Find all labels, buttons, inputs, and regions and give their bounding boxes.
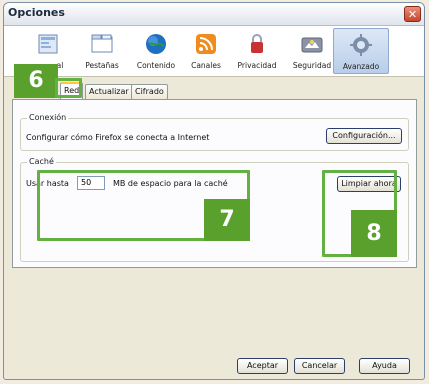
conexion-legend: Conexión (27, 113, 69, 122)
toolbar-label-privacidad: Privacidad (237, 61, 277, 70)
toolbar-item-privacidad[interactable]: Privacidad (227, 28, 287, 74)
cancelar-button[interactable]: Cancelar (294, 358, 345, 374)
security-icon (301, 37, 323, 53)
category-toolbar: al Pestañas Contenido Canales Privacidad… (4, 26, 424, 77)
callout-6-highlight (55, 78, 82, 98)
ayuda-button[interactable]: Ayuda (359, 358, 410, 374)
aceptar-button[interactable]: Aceptar (237, 358, 288, 374)
close-button[interactable]: ✕ (404, 6, 421, 22)
conexion-group: Conexión Configurar cómo Firefox se cone… (20, 113, 409, 151)
gear-icon (350, 34, 372, 56)
window-title: Opciones (8, 6, 65, 19)
toolbar-label-avanzado: Avanzado (342, 62, 380, 71)
tab-cifrado[interactable]: Cifrado (131, 84, 168, 99)
globe-icon (146, 34, 166, 54)
tabs-icon (91, 34, 113, 53)
tab-actualizar[interactable]: Actualizar (85, 84, 133, 99)
general-icon (38, 34, 58, 54)
toolbar-item-avanzado[interactable]: Avanzado (333, 28, 389, 74)
toolbar-item-pestanas[interactable]: Pestañas (72, 28, 132, 74)
feed-icon (196, 34, 216, 54)
privacy-icon (251, 34, 263, 53)
configuracion-button[interactable]: Configuración... (326, 128, 402, 144)
callout-6-badge: 6 (14, 64, 58, 98)
cache-legend: Caché (27, 157, 56, 166)
title-bar[interactable]: Opciones ✕ (4, 3, 424, 26)
callout-8-badge: 8 (351, 210, 397, 257)
callout-7-badge: 7 (204, 199, 250, 241)
toolbar-label-pestanas: Pestañas (85, 61, 119, 70)
conexion-description: Configurar cómo Firefox se conecta a Int… (26, 133, 210, 142)
